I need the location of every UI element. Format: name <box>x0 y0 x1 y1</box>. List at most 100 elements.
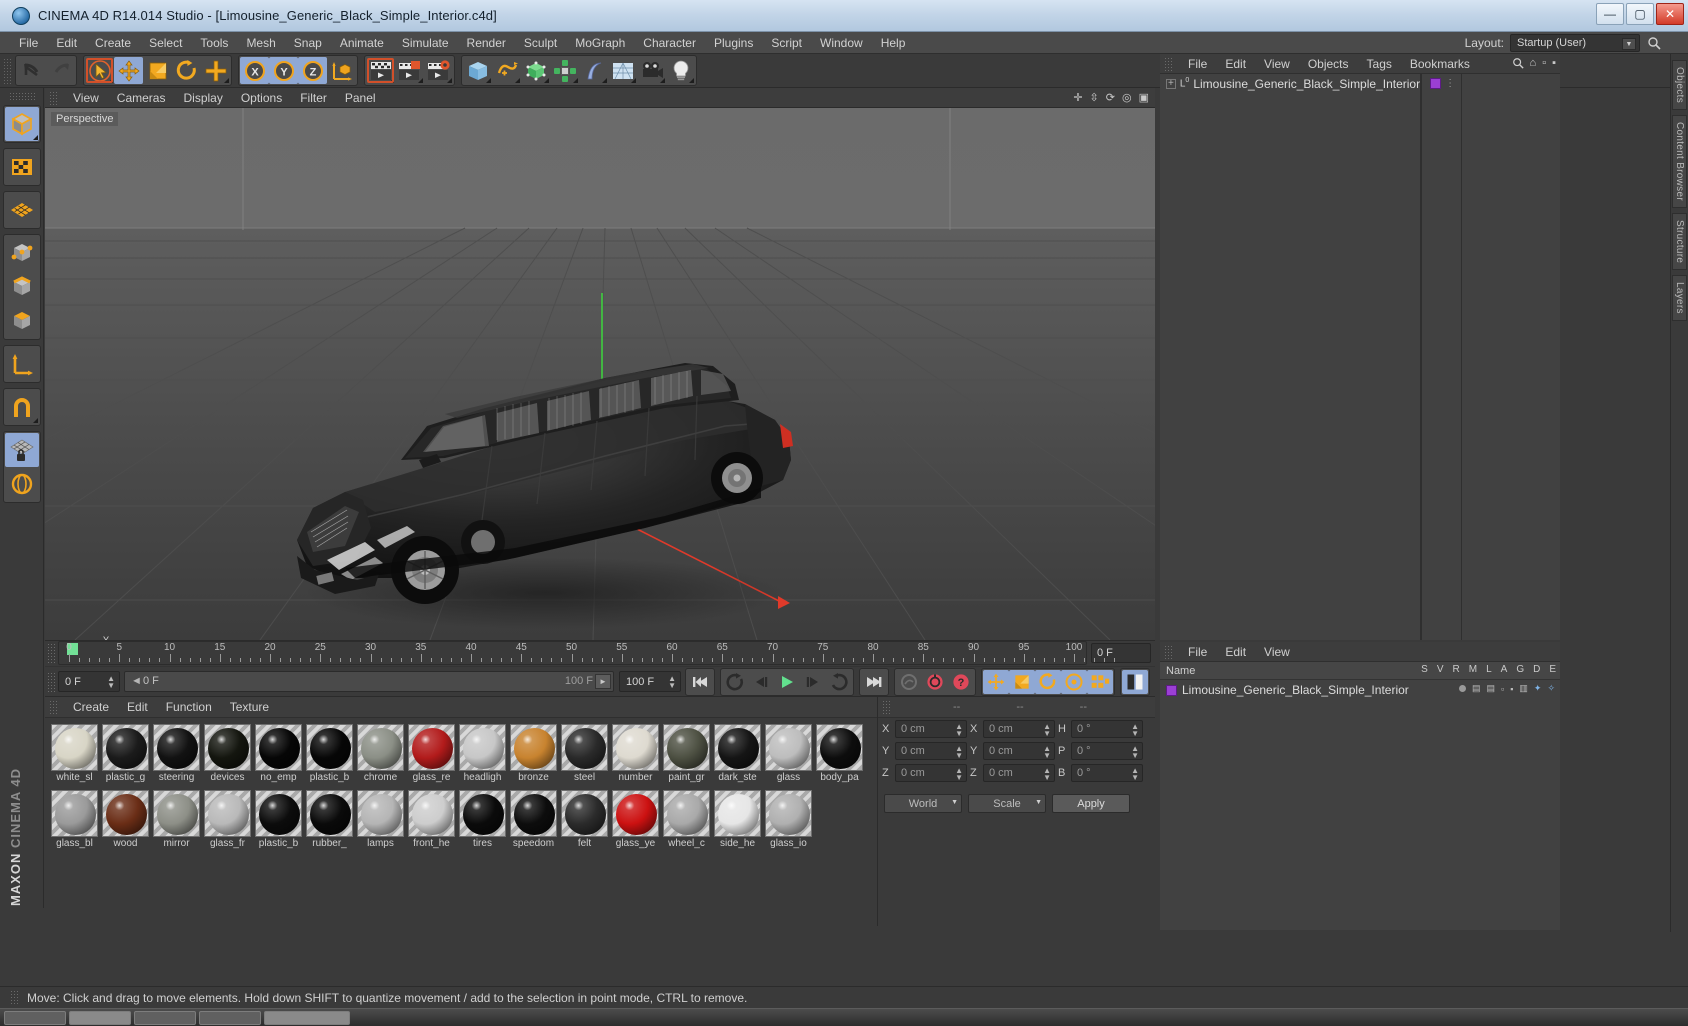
status-bar-grip[interactable] <box>10 989 19 1006</box>
viewport-menu-view[interactable]: View <box>64 90 108 106</box>
move-view-icon[interactable]: ✛ <box>1073 91 1082 104</box>
material-swatch[interactable]: paint_gr <box>663 724 710 784</box>
menu-render[interactable]: Render <box>458 34 515 52</box>
material-menu-function[interactable]: Function <box>157 699 221 715</box>
menu-character[interactable]: Character <box>634 34 705 52</box>
material-thumbnail[interactable] <box>612 790 659 837</box>
viewport-grip[interactable] <box>49 90 58 105</box>
material-swatch[interactable]: rubber_ <box>306 790 353 850</box>
flag-a[interactable]: A <box>1501 664 1508 675</box>
material-thumbnail[interactable] <box>102 724 149 771</box>
material-swatch[interactable]: speedom <box>510 790 557 850</box>
material-swatch[interactable]: glass_io <box>765 790 812 850</box>
material-swatch[interactable]: glass_re <box>408 724 455 784</box>
material-swatch[interactable]: plastic_g <box>102 724 149 784</box>
undo-icon[interactable] <box>17 57 46 84</box>
chevron-down-icon[interactable]: ▼ <box>1035 799 1042 806</box>
z-axis-icon[interactable]: Z <box>298 57 327 84</box>
viewport-menu-options[interactable]: Options <box>232 90 291 106</box>
menu-animate[interactable]: Animate <box>331 34 393 52</box>
taskbar-item[interactable] <box>264 1010 350 1025</box>
material-swatch[interactable]: number <box>612 724 659 784</box>
model-mode-icon[interactable] <box>4 107 39 141</box>
object-menu-tags[interactable]: Tags <box>1358 56 1401 72</box>
attribute-menu-edit[interactable]: Edit <box>1216 644 1255 660</box>
anim-flag-icon[interactable]: ▪ <box>1510 684 1513 694</box>
close-button[interactable]: ✕ <box>1656 3 1684 25</box>
go-to-end-icon[interactable] <box>861 670 887 694</box>
material-thumbnail[interactable] <box>816 724 863 771</box>
coord-rotation-p[interactable]: 0 ° ▲ ▼ <box>1071 742 1143 760</box>
material-swatch[interactable]: steering <box>153 724 200 784</box>
apply-button[interactable]: Apply <box>1052 794 1130 813</box>
taskbar-item[interactable] <box>4 1010 66 1025</box>
flag-m[interactable]: M <box>1469 664 1477 675</box>
y-axis-icon[interactable]: Y <box>269 57 298 84</box>
material-swatch[interactable]: plastic_b <box>255 790 302 850</box>
workplane-icon[interactable] <box>5 467 39 501</box>
coord-position-z[interactable]: 0 cm ▲ ▼ <box>895 764 967 782</box>
coordinate-system-select[interactable]: World ▼ <box>884 794 962 813</box>
material-swatch[interactable]: glass <box>765 724 812 784</box>
material-swatch[interactable]: lamps <box>357 790 404 850</box>
material-thumbnail[interactable] <box>51 790 98 837</box>
menu-simulate[interactable]: Simulate <box>393 34 458 52</box>
material-swatch[interactable]: felt <box>561 790 608 850</box>
material-thumbnail[interactable] <box>204 790 251 837</box>
record-icon[interactable] <box>922 670 948 694</box>
material-thumbnail[interactable] <box>714 724 761 771</box>
cube-primitive-icon[interactable] <box>463 57 492 84</box>
material-thumbnail[interactable] <box>357 724 404 771</box>
coord-size-z[interactable]: 0 cm ▲ ▼ <box>983 764 1055 782</box>
material-thumbnail[interactable] <box>408 724 455 771</box>
material-thumbnail[interactable] <box>561 724 608 771</box>
material-thumbnail[interactable] <box>255 790 302 837</box>
select-arrow-icon[interactable] <box>85 57 114 84</box>
timeline-range-bar[interactable]: ◄ 0 F 100 F ► <box>124 671 614 692</box>
material-thumbnail[interactable] <box>357 790 404 837</box>
menu-help[interactable]: Help <box>872 34 915 52</box>
material-thumbnail[interactable] <box>102 790 149 837</box>
render-region-icon[interactable] <box>395 57 424 84</box>
spinner-arrows-icon[interactable]: ▲ ▼ <box>107 675 115 690</box>
step-back-icon[interactable] <box>748 670 774 694</box>
flag-s[interactable]: S <box>1421 664 1428 675</box>
edit-flag-icon[interactable]: ▤ <box>1486 683 1495 694</box>
material-swatch[interactable]: tires <box>459 790 506 850</box>
attribute-manager-grip[interactable] <box>1164 644 1173 659</box>
material-swatch[interactable]: steel <box>561 724 608 784</box>
material-swatch[interactable]: bronze <box>510 724 557 784</box>
edge-mode-icon[interactable] <box>5 270 39 304</box>
param-key-icon[interactable] <box>1061 669 1087 694</box>
object-menu-file[interactable]: File <box>1179 56 1216 72</box>
dock-tab-layers[interactable]: Layers <box>1672 275 1687 322</box>
object-menu-objects[interactable]: Objects <box>1299 56 1358 72</box>
autokey-icon[interactable] <box>896 670 922 694</box>
move-icon[interactable] <box>114 57 143 84</box>
material-swatch[interactable]: body_pa <box>816 724 863 784</box>
spinner-arrows-icon[interactable]: ▲ ▼ <box>1131 723 1139 738</box>
search-icon[interactable] <box>1512 57 1524 69</box>
coord-size-x[interactable]: 0 cm ▲ ▼ <box>983 720 1055 738</box>
step-forward-icon[interactable] <box>800 670 826 694</box>
menu-window[interactable]: Window <box>811 34 872 52</box>
render-settings-icon[interactable] <box>424 57 453 84</box>
material-menu-edit[interactable]: Edit <box>118 699 157 715</box>
material-thumbnail[interactable] <box>459 724 506 771</box>
menu-mesh[interactable]: Mesh <box>237 34 284 52</box>
material-menu-create[interactable]: Create <box>64 699 118 715</box>
redo-icon[interactable] <box>46 57 75 84</box>
light-icon[interactable] <box>666 57 695 84</box>
lock-flag-icon[interactable]: ▫ <box>1501 684 1504 694</box>
material-swatch[interactable]: devices <box>204 724 251 784</box>
menu-tools[interactable]: Tools <box>191 34 237 52</box>
coord-position-y[interactable]: 0 cm ▲ ▼ <box>895 742 967 760</box>
deformer-icon[interactable] <box>579 57 608 84</box>
rotation-key-icon[interactable] <box>1035 669 1061 694</box>
material-swatch[interactable]: plastic_b <box>306 724 353 784</box>
generator-flag-icon[interactable]: ▥ <box>1519 683 1528 694</box>
visibility-dot-icon[interactable] <box>1458 685 1466 692</box>
menu-file[interactable]: File <box>10 34 47 52</box>
render-flag-icon[interactable]: ▤ <box>1472 683 1481 694</box>
material-thumbnail[interactable] <box>153 790 200 837</box>
